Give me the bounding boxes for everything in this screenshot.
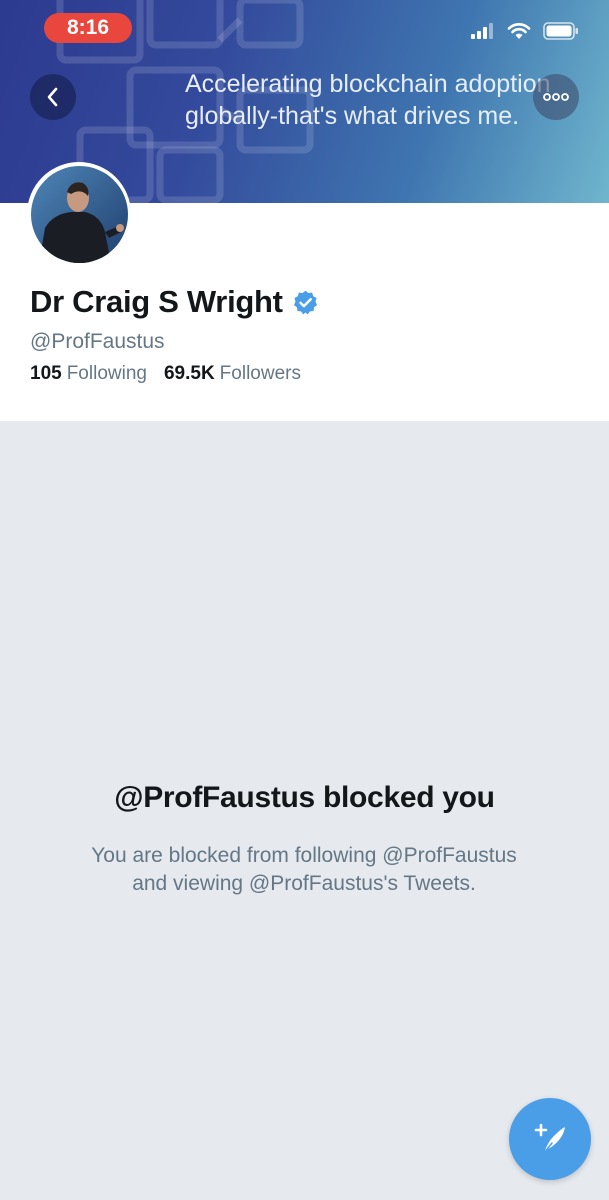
following-count: 105 [30, 363, 62, 384]
following-stat[interactable]: 105 Following [30, 363, 147, 385]
compose-tweet-button[interactable] [509, 1098, 591, 1180]
status-icons [471, 22, 579, 40]
blocked-description-line-1: You are blocked from following @ProfFaus… [91, 844, 517, 867]
compose-tweet-icon [534, 1123, 565, 1154]
status-bar: 8:16 [0, 0, 609, 56]
more-dots-icon [543, 93, 569, 101]
blocked-description-line-2: and viewing @ProfFaustus's Tweets. [132, 872, 476, 895]
banner-tagline: Accelerating blockchain adoption globall… [185, 68, 585, 132]
banner-line-2: globally-that's what drives me. [185, 102, 520, 130]
followers-stat[interactable]: 69.5K Followers [164, 363, 301, 385]
blocked-description: You are blocked from following @ProfFaus… [54, 842, 554, 898]
verified-badge-icon [293, 290, 317, 314]
profile-name-row: Dr Craig S Wright [30, 284, 319, 320]
blocked-title: @ProfFaustus blocked you [114, 781, 495, 814]
followers-label: Followers [219, 363, 301, 384]
profile-name: Dr Craig S Wright [30, 284, 283, 319]
followers-count: 69.5K [163, 363, 215, 384]
more-options-button[interactable] [533, 74, 579, 120]
status-time[interactable]: 8:16 [44, 13, 132, 43]
avatar-image [30, 165, 128, 263]
back-button[interactable] [30, 74, 76, 120]
wifi-icon [507, 23, 531, 39]
avatar[interactable] [27, 162, 131, 266]
signal-icon [471, 23, 493, 39]
battery-icon [543, 22, 578, 40]
banner-line-1: Accelerating blockchain adoption [185, 70, 551, 98]
profile-stats: 105 Following 69.5K Followers [30, 363, 301, 385]
profile-handle: @ProfFaustus [30, 330, 165, 353]
chevron-left-icon [47, 87, 58, 107]
following-label: Following [66, 363, 147, 384]
